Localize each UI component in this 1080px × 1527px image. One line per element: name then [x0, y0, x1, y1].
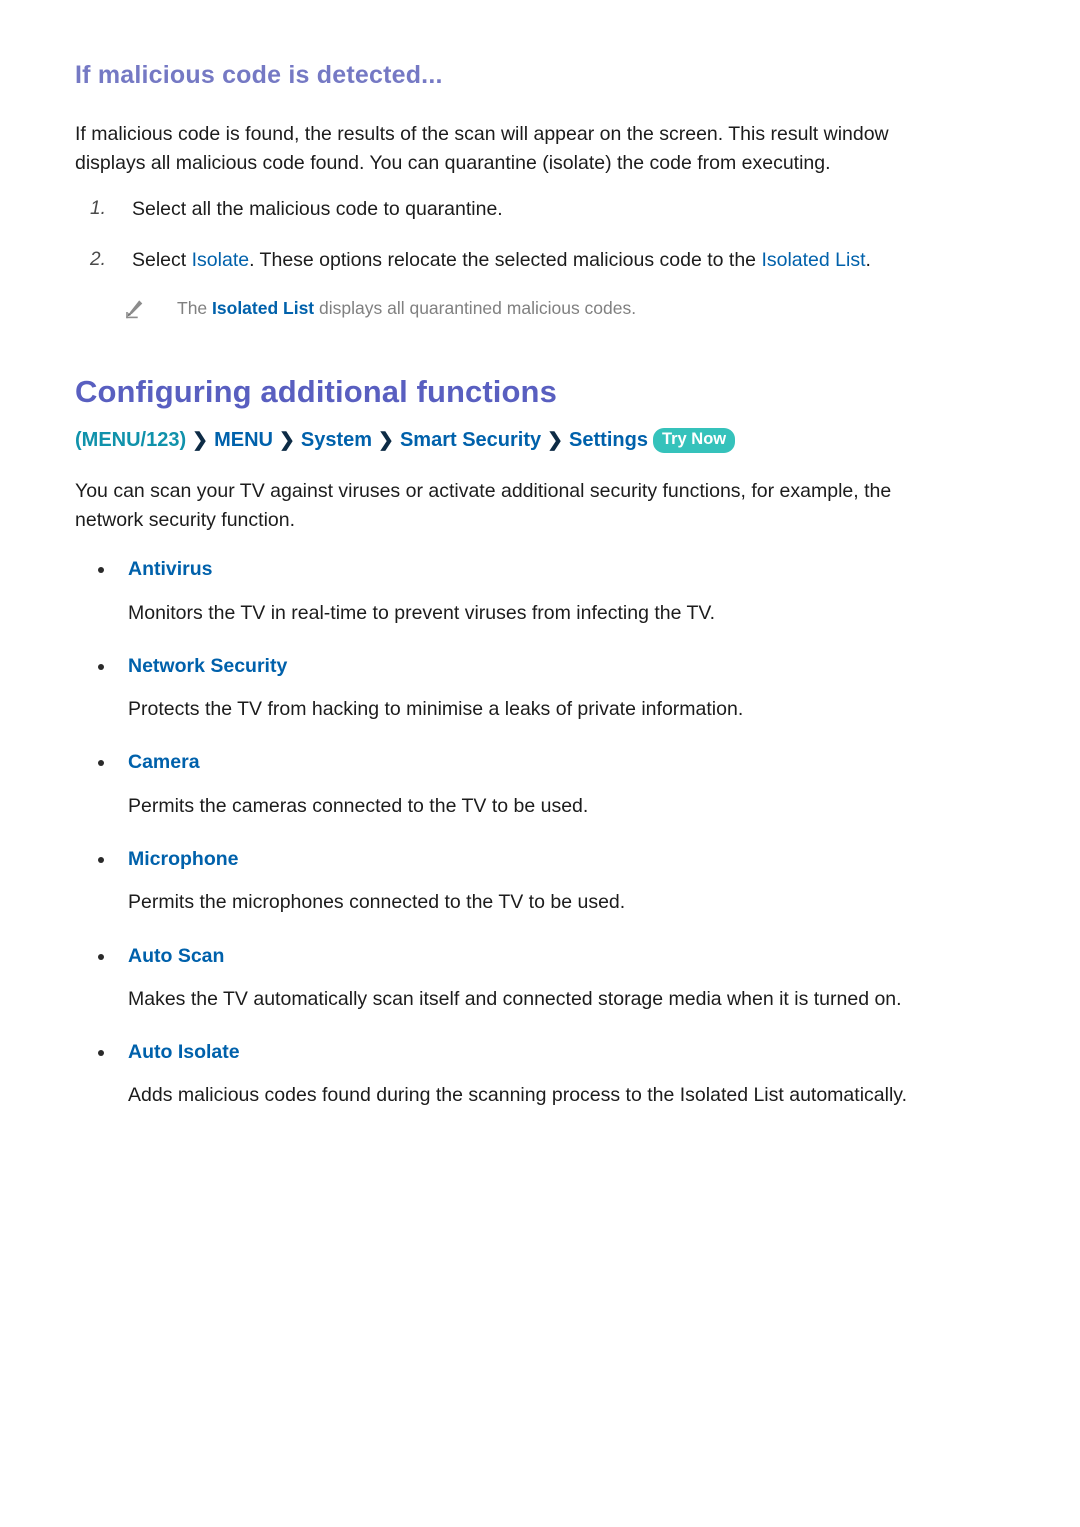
step-number: 1. — [90, 198, 106, 220]
keyword-isolated-list: Isolated List — [212, 297, 315, 318]
chevron-right-icon: ❯ — [278, 430, 295, 452]
keyword-isolate: Isolate — [191, 248, 250, 271]
list-item: Antivirus Monitors the TV in real-time t… — [75, 556, 1010, 627]
feature-description: Makes the TV automatically scan itself a… — [128, 987, 902, 1010]
pencil-icon — [123, 298, 145, 320]
step-number: 2. — [90, 248, 106, 270]
feature-label-auto-scan: Auto Scan — [75, 943, 1010, 970]
step-text-run: . — [865, 248, 871, 271]
page-title: Configuring additional functions — [75, 374, 557, 410]
list-item: Camera Permits the cameras connected to … — [75, 749, 1010, 820]
list-item: Auto Isolate Adds malicious codes found … — [75, 1039, 1010, 1110]
feature-description: Permits the cameras connected to the TV … — [128, 794, 589, 817]
feature-label-antivirus: Antivirus — [75, 556, 1010, 583]
feature-list: Antivirus Monitors the TV in real-time t… — [75, 556, 1010, 1109]
feature-description: Adds malicious codes found during the sc… — [128, 1084, 908, 1107]
breadcrumb-segment-system: System — [300, 429, 373, 452]
list-item: Microphone Permits the microphones conne… — [75, 846, 1010, 917]
feature-label-auto-isolate: Auto Isolate — [75, 1039, 1010, 1066]
document-page: If malicious code is detected... If mali… — [0, 0, 1080, 1527]
step-text: Select Isolate. These options relocate t… — [132, 249, 871, 271]
intro-paragraph: If malicious code is found, the results … — [75, 123, 889, 174]
breadcrumb-root: (MENU/123) — [75, 429, 187, 452]
try-now-badge[interactable]: Try Now — [652, 428, 736, 454]
ordered-step-list: 1. Select all the malicious code to quar… — [75, 195, 1010, 274]
list-item: Network Security Protects the TV from ha… — [75, 653, 1010, 724]
feature-description: Permits the microphones connected to the… — [128, 891, 626, 914]
step-text: Select all the malicious code to quarant… — [132, 198, 503, 220]
feature-label-network-security: Network Security — [75, 653, 1010, 680]
sub-heading: If malicious code is detected... — [75, 61, 443, 89]
list-item: 2. Select Isolate. These options relocat… — [75, 246, 1010, 274]
breadcrumb-segment-smart-security: Smart Security — [399, 429, 542, 452]
note-run: The — [177, 297, 213, 318]
note-block: The Isolated List displays all quarantin… — [75, 296, 1010, 321]
list-item: Auto Scan Makes the TV automatically sca… — [75, 943, 1010, 1014]
breadcrumb-segment-menu: MENU — [214, 429, 273, 452]
feature-description: Monitors the TV in real-time to prevent … — [128, 601, 716, 624]
feature-description: Protects the TV from hacking to minimise… — [128, 698, 744, 721]
step-text-run: Select — [132, 248, 192, 271]
feature-label-camera: Camera — [75, 749, 1010, 776]
feature-label-microphone: Microphone — [75, 846, 1010, 873]
chevron-right-icon: ❯ — [547, 430, 564, 452]
chevron-right-icon: ❯ — [378, 430, 394, 452]
section-paragraph: You can scan your TV against viruses or … — [75, 480, 892, 531]
note-run: displays all quarantined malicious codes… — [314, 297, 637, 318]
chevron-right-icon: ❯ — [192, 430, 209, 452]
breadcrumb-segment-settings: Settings — [569, 429, 648, 452]
keyword-isolated-list: Isolated List — [761, 248, 866, 271]
note-text: The Isolated List displays all quarantin… — [177, 298, 636, 318]
step-text-run: Select all the malicious code to quarant… — [132, 198, 503, 221]
breadcrumb: (MENU/123) ❯ MENU ❯ System ❯ Smart Security ❯ Se… — [75, 426, 1010, 455]
list-item: 1. Select all the malicious code to quar… — [75, 195, 1010, 223]
step-text-run: . These options relocate the selected ma… — [249, 248, 762, 271]
